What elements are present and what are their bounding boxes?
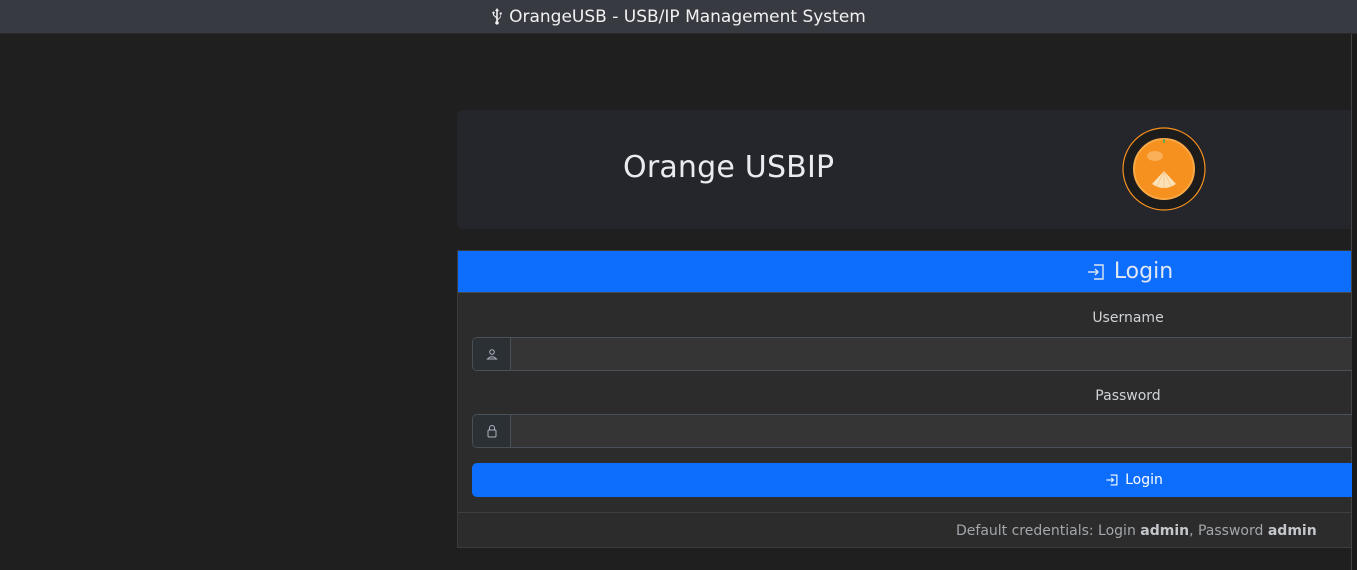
usb-icon — [491, 8, 503, 25]
username-input-group — [472, 337, 1352, 371]
window-title: OrangeUSB - USB/IP Management System — [509, 6, 866, 27]
password-label: Password — [1095, 388, 1161, 404]
hint-password-value: admin — [1267, 522, 1317, 539]
page-title: Orange USBIP — [623, 150, 835, 185]
header-card: Orange USBIP — [457, 110, 1351, 229]
login-heading: Login — [1113, 259, 1174, 284]
login-card-header: Login — [458, 251, 1351, 293]
person-icon — [473, 338, 511, 370]
login-button[interactable]: Login — [472, 463, 1352, 497]
lock-icon — [473, 415, 511, 447]
credentials-hint: Default credentials: Login admin, Passwo… — [458, 512, 1351, 548]
hint-login-value: admin — [1140, 522, 1190, 539]
username-input[interactable] — [511, 338, 1352, 370]
username-label: Username — [1092, 310, 1164, 326]
password-input[interactable] — [511, 415, 1352, 447]
orange-logo — [1121, 126, 1207, 212]
hint-middle: , Password — [1189, 522, 1268, 539]
login-button-label: Login — [1125, 472, 1163, 488]
titlebar-divider — [0, 33, 1357, 34]
enter-icon — [1105, 473, 1119, 487]
hint-prefix: Default credentials: Login — [956, 522, 1141, 539]
enter-icon — [1086, 262, 1106, 282]
window-titlebar: OrangeUSB - USB/IP Management System — [0, 0, 1357, 33]
login-card: Login Username Password Login Default cr… — [457, 250, 1352, 548]
password-input-group — [472, 414, 1352, 448]
